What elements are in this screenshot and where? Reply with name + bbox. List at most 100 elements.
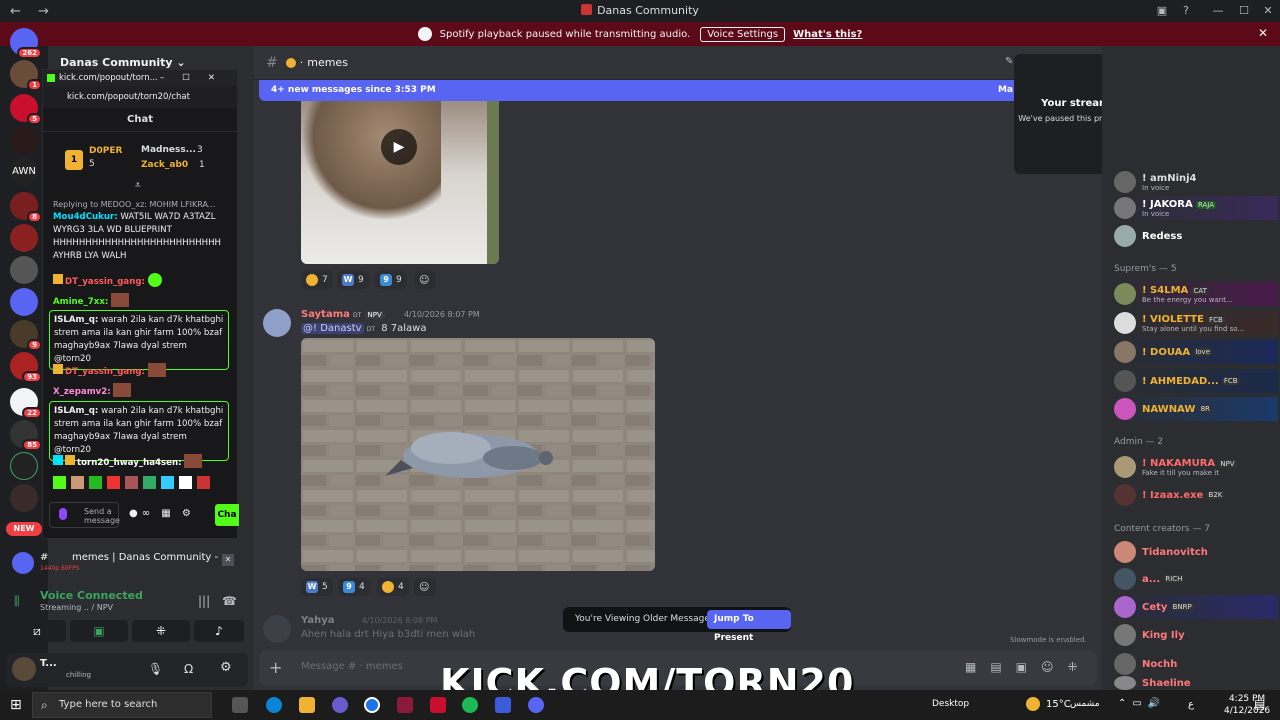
attach-plus-icon[interactable]: + [269, 658, 282, 677]
member-item[interactable]: ! JAKORA RAJA In voice [1114, 196, 1278, 220]
app-icon[interactable] [397, 697, 413, 713]
avatar[interactable] [12, 657, 36, 681]
server-icon[interactable] [10, 224, 38, 252]
reaction-chip[interactable]: 4 [377, 578, 409, 596]
notification-icon[interactable]: ▤ [1254, 697, 1265, 711]
emote-icon[interactable] [197, 476, 210, 489]
app-icon[interactable] [495, 697, 511, 713]
close-window-icon[interactable]: ✕ [1254, 0, 1280, 22]
member-item[interactable]: ! VIOLETTE FCB Stay alone until you find … [1114, 311, 1278, 335]
app-icon[interactable] [430, 697, 446, 713]
play-icon[interactable]: ▶ [381, 129, 417, 165]
mark-as-read[interactable]: Ma [998, 80, 1013, 101]
close-notice-icon[interactable]: ✕ [1258, 26, 1268, 40]
app-icon[interactable] [332, 697, 348, 713]
composer-tools-icons[interactable]: ▦▤▣☺⁜ [965, 660, 1092, 674]
language-indicator[interactable]: ع [1188, 699, 1194, 710]
image-attachment[interactable] [301, 338, 655, 571]
member-item[interactable]: Nochh [1114, 652, 1278, 676]
chat-username[interactable]: ISLAm_q: [54, 315, 98, 325]
chrome-icon[interactable] [364, 697, 380, 713]
pin-icon[interactable]: ✎ [1005, 56, 1013, 67]
server-icon[interactable] [10, 484, 38, 512]
server-icon[interactable]: 93 [10, 352, 42, 383]
member-item[interactable]: Redess [1114, 224, 1278, 248]
chat-tools-icons[interactable]: ●∞ ▦ ⚙ [129, 508, 195, 519]
new-messages-banner[interactable]: 4+ new messages since 3:53 PM Ma [259, 80, 1019, 101]
chat-username[interactable]: torn20_hway_ha4sen: [77, 458, 182, 468]
minimize-icon[interactable]: — [1204, 0, 1232, 22]
new-servers-pill[interactable]: NEW [6, 522, 42, 536]
microphone-icon[interactable] [59, 508, 67, 520]
server-icon[interactable] [10, 126, 38, 154]
add-reaction-button[interactable]: ☺ [414, 271, 436, 289]
activities-button[interactable]: ⁜ [132, 620, 190, 642]
emote-icon[interactable] [89, 476, 102, 489]
member-item[interactable]: a... RICH [1114, 567, 1278, 591]
member-item[interactable]: ! NAKAMURA NPV Fake it till you make it [1114, 455, 1278, 479]
server-icon[interactable] [10, 288, 38, 316]
emote-icon[interactable] [125, 476, 138, 489]
reaction-chip[interactable]: 99 [375, 271, 407, 289]
member-item[interactable]: King Ily [1114, 623, 1278, 647]
member-item[interactable]: Cety BNRP [1114, 595, 1278, 619]
settings-gear-icon[interactable]: ⚙ [220, 660, 232, 675]
server-icon[interactable]: 85 [10, 420, 42, 451]
member-item[interactable]: ! DOUAA love [1114, 340, 1278, 364]
screen-share-button[interactable]: ▣ [70, 620, 128, 642]
chat-username[interactable]: X_zepamv2: [53, 387, 111, 397]
signal-icon[interactable]: ⫼ [14, 594, 20, 609]
emote-icon[interactable] [179, 476, 192, 489]
server-icon[interactable]: 9 [10, 320, 42, 351]
server-icon[interactable] [10, 256, 38, 284]
server-icon[interactable] [10, 452, 38, 480]
mic-icon[interactable]: 🎙 [148, 662, 163, 676]
chat-username[interactable]: DT_yassin_gang: [65, 367, 145, 377]
server-icon[interactable]: 22 [10, 388, 42, 419]
member-item[interactable]: ! AHMEDAD... FCB [1114, 369, 1278, 393]
avatar[interactable] [263, 309, 291, 337]
reaction-chip[interactable]: 94 [338, 578, 370, 596]
reaction-chip[interactable]: 7 [301, 271, 333, 289]
home-discord-icon[interactable]: 262 [10, 28, 42, 59]
server-name[interactable]: Danas Community ⌄ [60, 56, 186, 69]
emote-icon[interactable] [53, 476, 66, 489]
chat-username[interactable]: ISLAm_q: [54, 406, 98, 416]
reaction-chip[interactable]: W5 [301, 578, 333, 596]
member-item[interactable]: ! Izaax.exe B2K [1114, 483, 1278, 507]
windows-start-icon[interactable]: ⊞ [10, 697, 22, 713]
member-item[interactable]: ! amNinj4 In voice [1114, 170, 1278, 194]
file-explorer-icon[interactable] [299, 697, 315, 713]
chat-username[interactable]: DT_yassin_gang: [65, 277, 145, 287]
chat-username[interactable]: Mou4dCukur: [53, 212, 118, 222]
emote-icon[interactable] [143, 476, 156, 489]
avatar[interactable] [263, 615, 291, 643]
spotify-icon[interactable] [462, 697, 478, 713]
member-item[interactable]: ! S4LMA CAT Be the energy you want... [1114, 282, 1278, 306]
add-reaction-button[interactable]: ☺ [414, 578, 436, 596]
popout-window-controls[interactable]: –☐✕ [160, 73, 237, 83]
task-view-icon[interactable] [232, 697, 248, 713]
voice-settings-button[interactable]: Voice Settings [700, 26, 786, 42]
jump-to-present-button[interactable]: Jump To Present [707, 610, 791, 643]
discord-icon[interactable] [528, 697, 544, 713]
server-icon[interactable]: 8 [10, 192, 42, 223]
edge-icon[interactable] [266, 697, 282, 713]
server-awn-icon[interactable]: AWN [10, 158, 38, 186]
server-icon[interactable]: 5 [10, 94, 42, 125]
chat-username[interactable]: Amine_7xx: [53, 297, 108, 307]
whats-this-link[interactable]: What's this? [793, 29, 862, 40]
member-item[interactable]: Shaeline [1114, 676, 1278, 690]
scroll-down-icon[interactable]: ⩡ [135, 180, 141, 191]
message-author[interactable]: Yahya [301, 615, 334, 626]
message-author[interactable]: Saytama [301, 309, 350, 320]
soundboard-button[interactable]: ♪ [194, 620, 244, 642]
member-item[interactable]: Tidanovitch [1114, 540, 1278, 564]
disconnect-icon[interactable]: ☎ [222, 594, 237, 608]
help-icon[interactable]: ? [1172, 0, 1200, 22]
voice-channel-row[interactable]: # memes | Danas Community - ... 1440p 60… [6, 548, 248, 580]
tray-icons[interactable]: ⌃▭🔊 [1118, 698, 1166, 709]
chat-send-button[interactable]: Cha [215, 504, 239, 526]
video-embed[interactable]: ▶ [301, 101, 499, 264]
member-item[interactable]: NAWNAW 8R [1114, 397, 1278, 421]
